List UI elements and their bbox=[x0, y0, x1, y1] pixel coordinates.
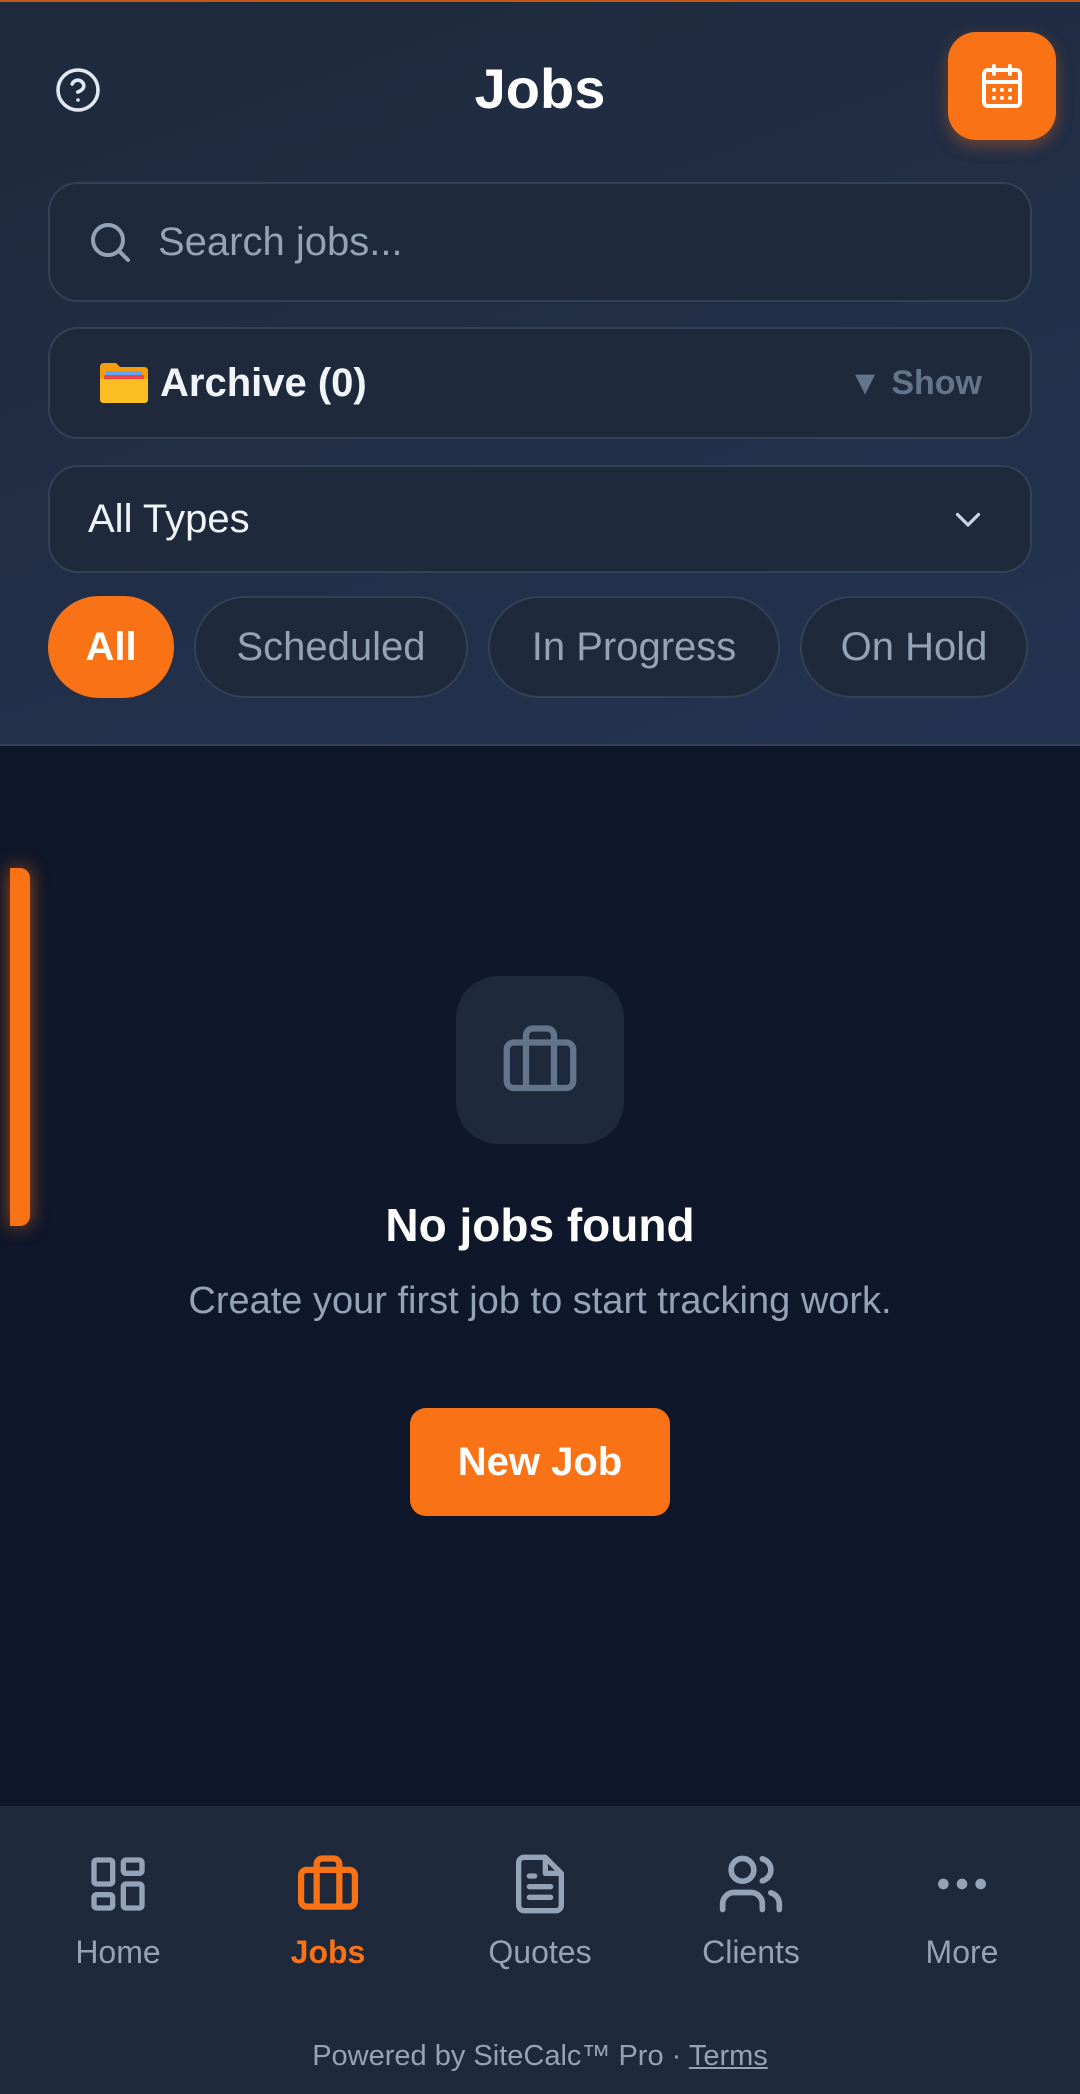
filter-chip-on-hold[interactable]: On Hold bbox=[800, 596, 1028, 698]
nav-item-quotes[interactable]: Quotes bbox=[435, 1806, 645, 1996]
status-filter-chips: All Scheduled In Progress On Hold bbox=[48, 596, 1028, 698]
calendar-button[interactable] bbox=[948, 32, 1056, 140]
bottom-navigation: Home Jobs Quotes Clients More Powered by… bbox=[0, 1806, 1080, 2094]
nav-item-jobs[interactable]: Jobs bbox=[223, 1806, 433, 1996]
new-job-button[interactable]: New Job bbox=[410, 1408, 670, 1516]
terms-link[interactable]: Terms bbox=[689, 2040, 768, 2072]
job-type-select[interactable]: All Types bbox=[48, 465, 1032, 573]
search-input[interactable] bbox=[158, 202, 1030, 282]
side-drawer-handle[interactable] bbox=[10, 868, 30, 1226]
archive-show-toggle[interactable]: ▼ Show bbox=[848, 364, 982, 403]
powered-by-text: Powered by SiteCalc™ Pro · bbox=[312, 2040, 689, 2072]
empty-state-message: Create your first job to start tracking … bbox=[188, 1280, 892, 1322]
briefcase-icon bbox=[297, 1855, 359, 1910]
archive-toggle-row[interactable]: Archive (0) ▼ Show bbox=[48, 327, 1032, 439]
users-icon bbox=[719, 1855, 783, 1913]
nav-label-more: More bbox=[925, 1934, 999, 1970]
filter-chip-all[interactable]: All bbox=[48, 596, 174, 698]
more-dots-icon bbox=[938, 1878, 986, 1890]
dashboard-icon bbox=[91, 1857, 145, 1911]
job-type-selected-value: All Types bbox=[88, 496, 250, 541]
archive-label: Archive (0) bbox=[160, 360, 367, 405]
folder-icon bbox=[100, 363, 148, 403]
document-icon bbox=[516, 1854, 564, 1914]
nav-item-more[interactable]: More bbox=[857, 1806, 1067, 1996]
nav-label-jobs: Jobs bbox=[290, 1934, 366, 1970]
page-title: Jobs bbox=[474, 57, 606, 120]
chevron-down-icon bbox=[955, 512, 981, 527]
nav-item-clients[interactable]: Clients bbox=[646, 1806, 856, 1996]
empty-state-title: No jobs found bbox=[385, 1199, 695, 1251]
search-bar[interactable] bbox=[48, 182, 1032, 302]
search-icon bbox=[91, 223, 130, 262]
filter-chip-scheduled[interactable]: Scheduled bbox=[194, 596, 468, 698]
nav-label-home: Home bbox=[75, 1934, 161, 1970]
calendar-icon bbox=[982, 64, 1022, 108]
nav-label-quotes: Quotes bbox=[488, 1934, 592, 1970]
filter-chip-in-progress[interactable]: In Progress bbox=[488, 596, 780, 698]
nav-item-home[interactable]: Home bbox=[13, 1806, 223, 1996]
nav-label-clients: Clients bbox=[702, 1934, 800, 1970]
footer: Powered by SiteCalc™ Pro · Terms bbox=[0, 2040, 1080, 2073]
briefcase-icon bbox=[503, 1025, 577, 1092]
page-header: Jobs Archive (0) ▼ Show bbox=[0, 2, 1080, 746]
empty-state-icon-tile bbox=[456, 976, 624, 1144]
